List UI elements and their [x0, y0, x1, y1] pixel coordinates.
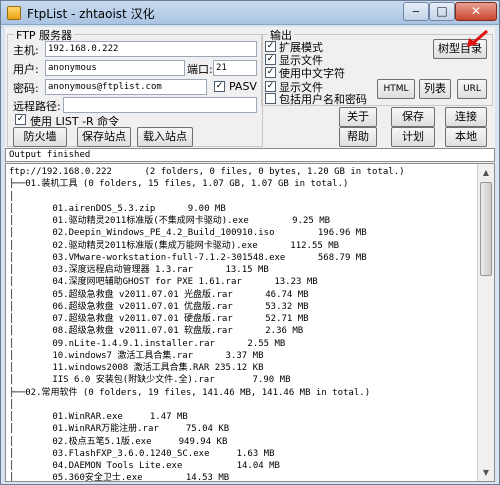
output-line: │	[9, 191, 15, 202]
user-label: 用户:	[13, 63, 39, 76]
output-line: │ 10.windows7 激活工具合集.rar 3.37 MB	[9, 350, 264, 361]
output-line: │ 02.驱动精灵2011标准版(集成万能网卡驱动).exe 112.55 MB	[9, 240, 340, 251]
red-arrow-icon	[467, 29, 488, 47]
status-bar: Output finished	[5, 148, 495, 162]
output-line: │ 07.超级急救盘 v2011.07.01 硬盘版.rar 52.71 MB	[9, 314, 309, 324]
show-files2-checkbox[interactable]: ✓	[265, 81, 276, 92]
html-button[interactable]: HTML	[377, 79, 415, 99]
include-user-checkbox[interactable]	[265, 93, 276, 104]
output-line: │ 03.VMware-workstation-full-7.1.2-30154…	[9, 252, 367, 263]
pasv-checkbox[interactable]: ✓	[214, 81, 225, 92]
output-line: │	[9, 399, 15, 410]
scroll-down-icon[interactable]: ▼	[478, 464, 494, 481]
host-input[interactable]: 192.168.0.222	[45, 41, 257, 57]
window-title: FtpList - zhtaoist 汉化	[27, 7, 155, 21]
scroll-up-icon[interactable]: ▲	[478, 164, 494, 181]
output-line: │ 04.深度网吧辅助GHOST for PXE 1.61.rar 13.23 …	[9, 277, 318, 288]
output-line: │ 09.nLite-1.4.9.1.installer.rar 2.55 MB	[9, 338, 286, 349]
port-input[interactable]: 21	[213, 60, 257, 76]
output-line: │ 06.超级急救盘 v2011.07.01 优盘版.rar 53.32 MB	[9, 301, 309, 312]
list-button[interactable]: 列表	[419, 79, 451, 99]
port-label: 端口:	[187, 63, 213, 76]
output-line: │ 01.驱动精灵2011标准版(不集成网卡驱动).exe 9.25 MB	[9, 216, 331, 226]
plan-button[interactable]: 计划	[391, 127, 435, 147]
output-line: │ 02.Deepin_Windows_PE_4.2_Build_100910.…	[9, 228, 367, 239]
output-line: ├──01.装机工具 (0 folders, 15 files, 1.07 GB…	[9, 179, 349, 190]
remote-path-input[interactable]	[63, 97, 257, 113]
close-button[interactable]: ✕	[455, 2, 497, 21]
firewall-button[interactable]: 防火墙	[13, 127, 67, 147]
local-button[interactable]: 本地	[445, 127, 487, 147]
output-line: │ 04.DAEMON Tools Lite.exe 14.04 MB	[9, 461, 280, 471]
password-input[interactable]: anonymous@ftplist.com	[45, 79, 207, 95]
show-files-checkbox[interactable]: ✓	[265, 54, 276, 65]
save-site-button[interactable]: 保存站点	[77, 127, 131, 147]
save-button[interactable]: 保存	[391, 107, 435, 127]
output-line: │ 03.深度远程启动管理器 1.3.rar 13.15 MB	[9, 265, 269, 275]
output-line: │ 05.360安全卫士.exe 14.53 MB	[9, 473, 230, 482]
scroll-thumb[interactable]	[480, 182, 492, 276]
title-bar[interactable]: FtpList - zhtaoist 汉化 ‒ □ ✕	[1, 1, 499, 25]
remote-path-label: 远程路径:	[13, 100, 61, 113]
output-line: ├──02.常用软件 (0 folders, 19 files, 141.46 …	[9, 387, 371, 398]
use-list-checkbox[interactable]: ✓	[15, 114, 26, 125]
output-line: │ 01.WinRAR万能注册.rar 75.04 KB	[9, 424, 230, 435]
output-line: │ 11.windows2008 激活工具合集.RAR 235.12 KB	[9, 363, 264, 373]
output-line: │ 02.极点五笔5.1版.exe 949.94 KB	[9, 436, 228, 447]
output-line: ftp://192.168.0.222 (2 folders, 0 files,…	[9, 167, 405, 177]
pasv-label: PASV	[229, 80, 257, 93]
minimize-button[interactable]: ‒	[403, 2, 429, 21]
expand-mode-checkbox[interactable]: ✓	[265, 41, 276, 52]
app-window: FtpList - zhtaoist 汉化 ‒ □ ✕ FTP 服务器 主机: …	[0, 0, 500, 485]
output-line: │ 01.airenDOS_5.3.zip 9.00 MB	[9, 203, 226, 214]
password-label: 密码:	[13, 82, 39, 95]
output-textarea[interactable]: ftp://192.168.0.222 (2 folders, 0 files,…	[5, 163, 495, 482]
output-lines: ftp://192.168.0.222 (2 folders, 0 files,…	[9, 166, 479, 482]
output-line: │ 03.FlashFXP_3.6.0.1240_SC.exe 1.63 MB	[9, 448, 275, 459]
output-line: │ 08.超级急救盘 v2011.07.01 软盘版.rar 2.36 MB	[9, 326, 304, 337]
help-button[interactable]: 帮助	[339, 127, 377, 147]
host-label: 主机:	[13, 44, 39, 57]
user-input[interactable]: anonymous	[45, 60, 185, 76]
load-site-button[interactable]: 载入站点	[137, 127, 193, 147]
about-button[interactable]: 关于	[339, 107, 377, 127]
connect-button[interactable]: 连接	[445, 107, 487, 127]
app-icon	[7, 6, 21, 20]
maximize-button[interactable]: □	[429, 2, 455, 21]
vertical-scrollbar[interactable]: ▲ ▼	[477, 164, 494, 481]
chinese-chars-checkbox[interactable]: ✓	[265, 67, 276, 78]
url-button[interactable]: URL	[457, 79, 487, 99]
output-line: │ IIS 6.0 安装包(附缺少文件.全).rar 7.90 MB	[9, 375, 291, 386]
include-user-label: 包括用户名和密码	[279, 93, 367, 106]
output-line: │ 05.超级急救盘 v2011.07.01 光盘版.rar 46.74 MB	[9, 289, 309, 300]
output-line: │ 01.WinRAR.exe 1.47 MB	[9, 412, 188, 422]
